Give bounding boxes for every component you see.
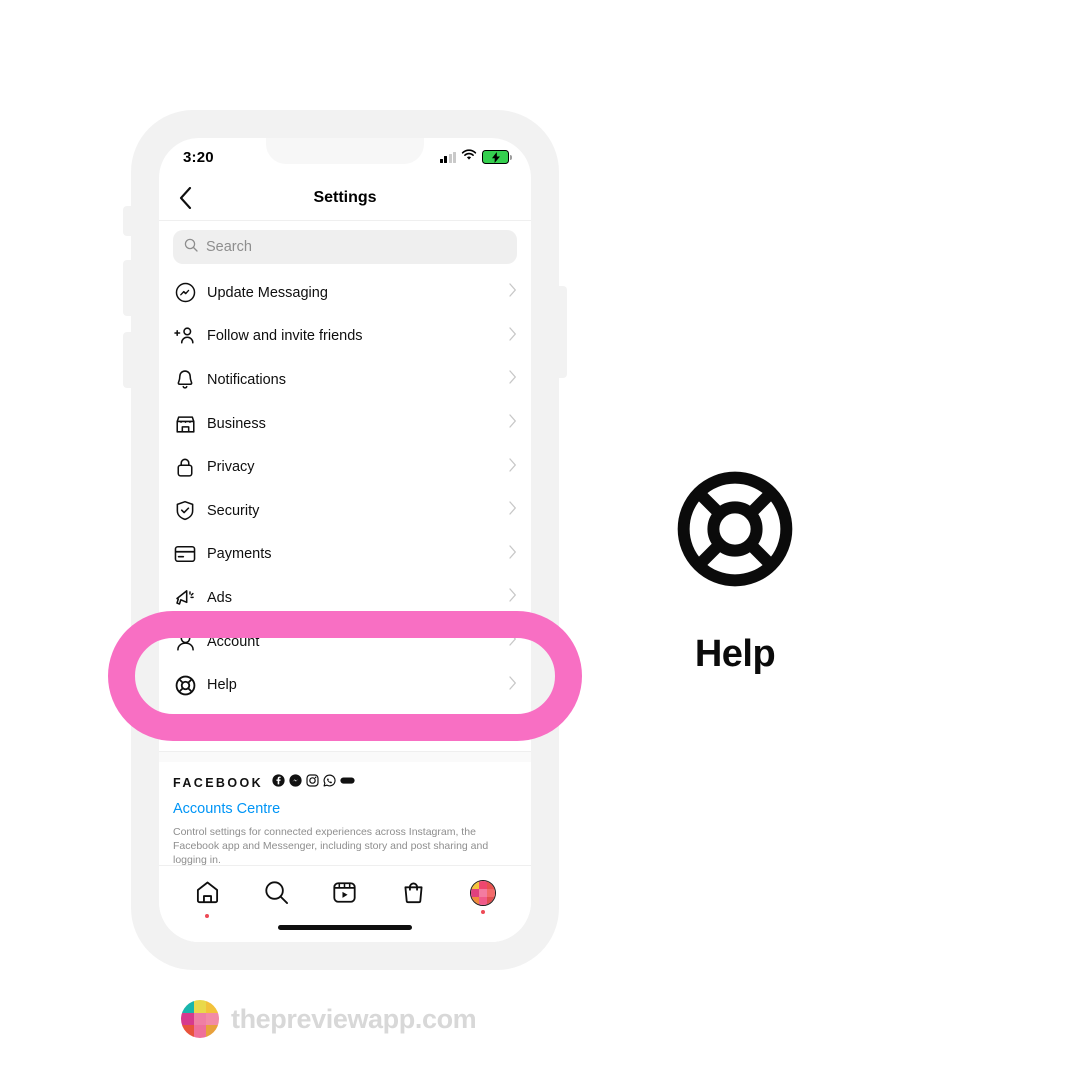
tab-dot-placeholder [412,914,416,918]
chevron-right-icon [509,501,517,520]
watermark-text: thepreviewapp.com [231,1003,477,1034]
home-notification-dot [205,914,210,918]
home-indicator [278,925,412,930]
lifebuoy-icon [674,468,796,595]
bottom-tab-bar [159,865,531,942]
chevron-right-icon [509,458,517,477]
phone-screen: 3:20 Settings Search Update Messaging Fo… [159,138,531,942]
chevron-right-icon [509,632,517,651]
facebook-app-icons [272,773,355,792]
chevron-right-icon [509,719,517,738]
facebook-wordmark: FACEBOOK [173,775,264,790]
chevron-right-icon [509,414,517,433]
search-input[interactable] [206,239,506,255]
settings-row-help[interactable]: Help [159,663,531,707]
profile-notification-dot [480,910,485,914]
megaphone-icon [173,586,197,610]
facebook-footer-description: Control settings for connected experienc… [173,825,489,866]
settings-row-business[interactable]: Business [159,401,531,446]
home-icon [195,880,220,910]
settings-row-account[interactable]: Account [159,619,531,664]
wifi-icon [461,148,477,166]
watermark: thepreviewapp.com [181,1000,477,1038]
settings-row-payments[interactable]: Payments [159,532,531,577]
tab-home[interactable] [185,880,229,918]
chevron-right-icon [509,283,517,302]
whatsapp-icon [323,774,336,792]
settings-row-notifications[interactable]: Notifications [159,358,531,402]
accounts-centre-link[interactable]: Accounts Centre [173,801,517,817]
tab-profile[interactable] [461,880,505,914]
back-button[interactable] [173,185,199,211]
settings-row-label: Privacy [207,459,255,476]
settings-row-label: Business [207,415,266,432]
status-indicators [439,148,512,166]
settings-row-label: Follow and invite friends [207,328,363,345]
tab-dot-placeholder [274,914,278,918]
power-button [558,286,567,378]
storefront-icon [173,412,197,436]
preview-app-grid-logo [181,1000,219,1038]
settings-row-ads[interactable]: Ads [159,576,531,620]
reels-icon [332,880,357,910]
instagram-icon [306,773,319,792]
settings-row-follow-and-invite-friends[interactable]: Follow and invite friends [159,314,531,359]
chevron-right-icon [509,545,517,564]
settings-row-privacy[interactable]: Privacy [159,445,531,489]
notch [266,138,424,164]
settings-row-label: Ads [207,589,232,606]
page-title: Settings [313,189,377,206]
settings-row-label: About [207,720,245,737]
settings-row-about[interactable]: About [159,706,531,751]
chevron-right-icon [509,675,517,695]
help-callout: Help [660,468,810,676]
settings-row-security[interactable]: Security [159,488,531,533]
chevron-right-icon [509,370,517,389]
search-section [159,221,531,271]
section-divider [159,750,531,762]
settings-row-label: Notifications [207,371,286,388]
shop-bag-icon [401,880,426,910]
search-icon [184,238,198,257]
volume-down-button [123,332,132,388]
lifebuoy-icon [173,673,197,697]
oculus-icon [340,774,355,792]
cellular-signal-icon [439,151,456,163]
volume-up-button [123,260,132,316]
status-time: 3:20 [183,148,214,166]
settings-row-label: Payments [207,546,272,563]
lock-icon [173,455,197,479]
settings-row-update-messaging[interactable]: Update Messaging [159,271,531,315]
messenger-icon [289,773,302,792]
settings-row-label: Help [207,677,237,694]
chevron-right-icon [509,588,517,607]
credit-card-icon [173,542,197,566]
messenger-icon [173,281,197,305]
callout-label: Help [694,633,776,675]
tab-search[interactable] [254,880,298,918]
settings-row-label: Account [207,633,260,650]
settings-row-label: Security [207,502,260,519]
search-icon [264,880,289,910]
bell-icon [173,368,197,392]
tab-dot-placeholder [343,914,347,918]
shield-check-icon [173,499,197,523]
add-person-icon [173,324,197,348]
tab-shop[interactable] [392,880,436,918]
tab-reels[interactable] [323,880,367,918]
search-box[interactable] [173,230,517,264]
settings-list: Update Messaging Follow and invite frien… [159,271,531,751]
account-icon [173,630,197,654]
chevron-right-icon [509,327,517,346]
profile-avatar-icon [469,880,496,906]
battery-charging-icon [482,150,512,164]
info-circle-icon [173,717,197,741]
facebook-header: FACEBOOK [173,773,517,792]
facebook-icon [272,773,285,792]
mute-switch [123,206,132,236]
settings-row-label: Update Messaging [207,284,328,301]
nav-header: Settings [159,176,531,221]
status-bar: 3:20 [159,138,531,176]
phone-frame: 3:20 Settings Search Update Messaging Fo… [123,110,567,970]
